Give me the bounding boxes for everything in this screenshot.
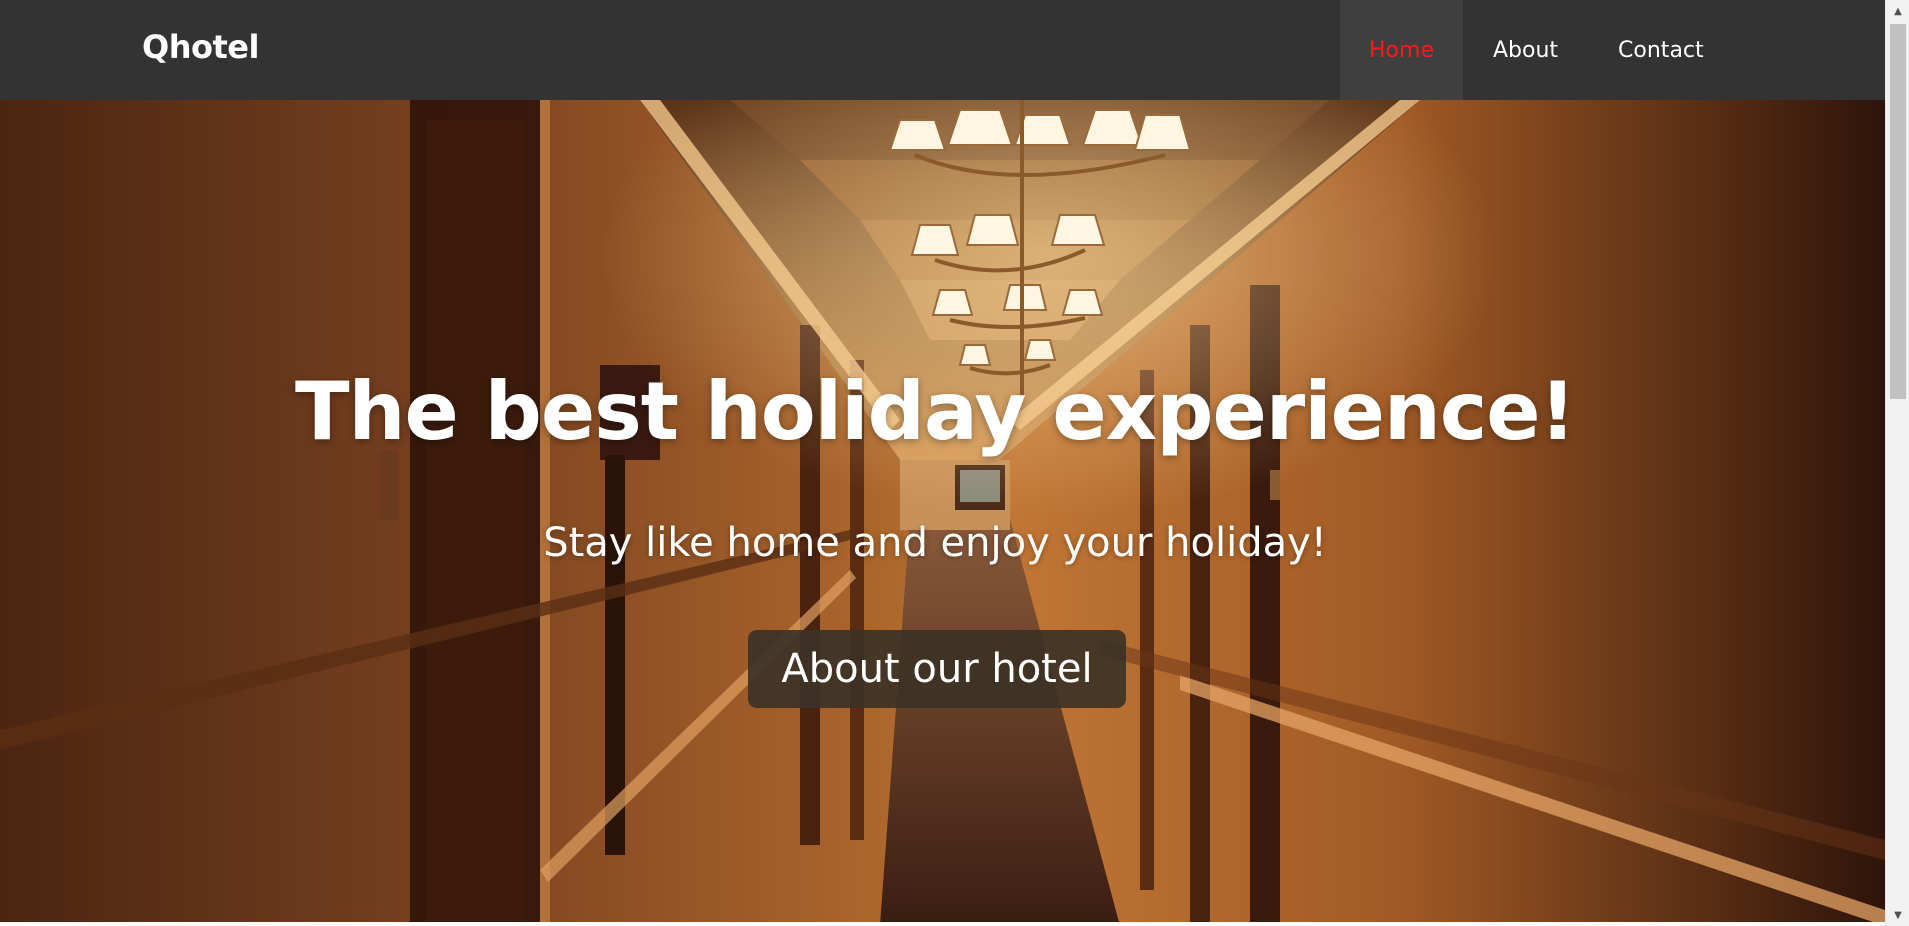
navbar: Qhotel Home About Contact xyxy=(0,0,1885,100)
chevron-up-icon[interactable]: ▲ xyxy=(1886,0,1909,22)
nav-link-home[interactable]: Home xyxy=(1340,0,1463,100)
nav-links: Home About Contact xyxy=(1340,0,1734,100)
hero-subtitle: Stay like home and enjoy your holiday! xyxy=(543,520,1327,566)
page-bottom-edge xyxy=(0,922,1885,926)
nav-link-about[interactable]: About xyxy=(1463,0,1588,100)
scrollbar-thumb[interactable] xyxy=(1890,24,1906,399)
brand-logo[interactable]: Qhotel xyxy=(142,28,259,66)
nav-link-contact[interactable]: Contact xyxy=(1588,0,1734,100)
vertical-scrollbar[interactable]: ▲ ▼ xyxy=(1885,0,1909,926)
about-hotel-button[interactable]: About our hotel xyxy=(748,630,1126,708)
chevron-down-icon[interactable]: ▼ xyxy=(1886,904,1909,926)
hero-background-image xyxy=(0,100,1885,926)
hero-section: The best holiday experience! Stay like h… xyxy=(0,100,1885,926)
hero-title: The best holiday experience! xyxy=(294,365,1576,458)
page: Qhotel Home About Contact The best holid… xyxy=(0,0,1885,926)
